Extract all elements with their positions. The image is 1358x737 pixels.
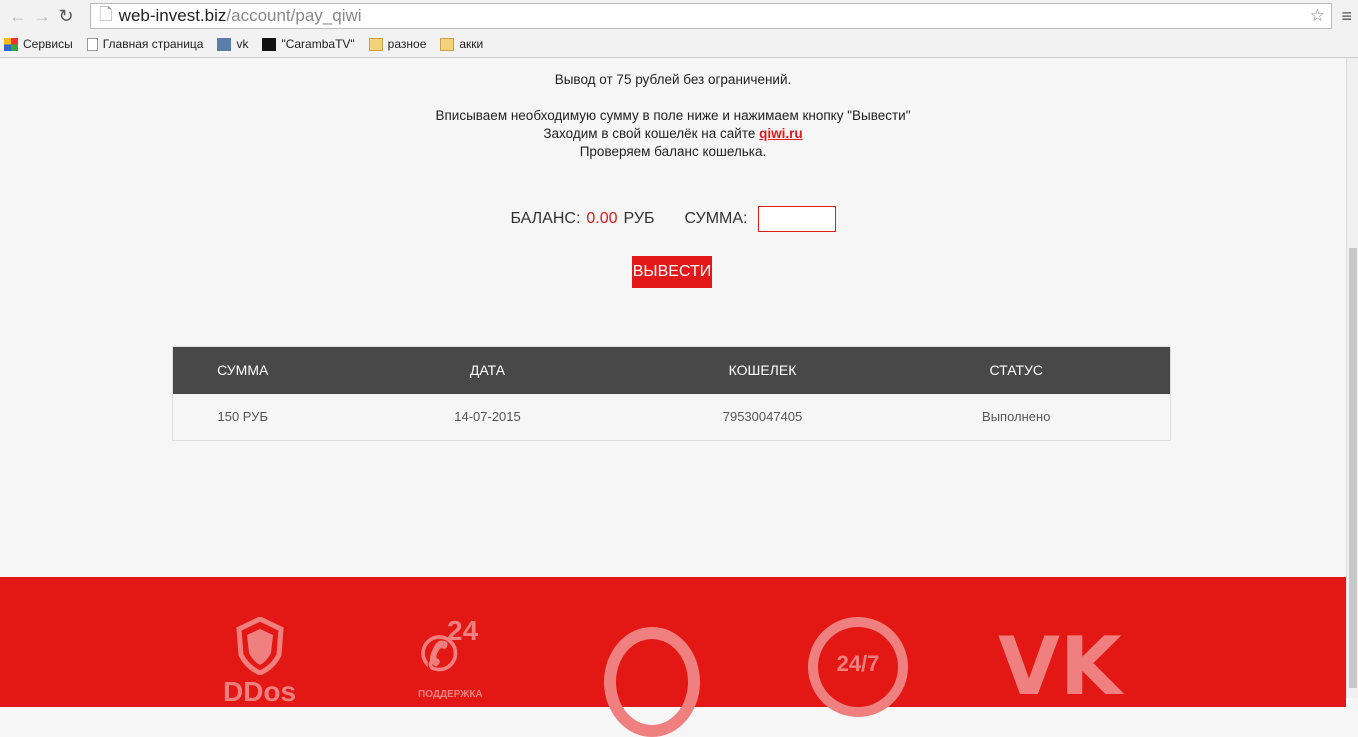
ddos-label: DDos <box>222 676 297 707</box>
clock-24-7-icon: 24/7 <box>808 617 908 717</box>
back-icon[interactable]: ← <box>6 6 30 27</box>
bookmark-services[interactable]: Сервисы <box>4 37 73 51</box>
instruction-text: Вписываем необходимую сумму в поле ниже … <box>435 108 911 123</box>
browser-chrome: ← → ↻ 🗋 web-invest.biz/account/pay_qiwi … <box>0 0 1358 58</box>
vk-icon <box>217 37 232 51</box>
balance-label: БАЛАНС: <box>510 210 581 227</box>
clock-label: 24/7 <box>836 651 880 676</box>
instruction-wallet: Заходим в свой кошелёк на сайте qiwi.ru <box>0 125 1346 143</box>
bookmark-home[interactable]: Главная страница <box>86 37 203 51</box>
cell-sum: 150 РУБ <box>172 393 313 441</box>
bookmarks-bar: Сервисы Главная страница vk "CarambaTV" … <box>0 32 1358 56</box>
bookmark-folder-akki[interactable]: акки <box>440 37 483 51</box>
shield-icon <box>235 616 284 676</box>
bookmark-carambatv[interactable]: "CarambaTV" <box>262 37 355 51</box>
table-header: СУММА ДАТА КОШЕЛЕК СТАТУС <box>172 346 1171 394</box>
withdrawals-table: СУММА ДАТА КОШЕЛЕК СТАТУС 150 РУБ 14-07-… <box>172 346 1171 441</box>
support-24: 24 <box>447 615 479 646</box>
url-host: web-invest.biz <box>118 6 227 25</box>
check-balance-text: Проверяем баланс кошелька. <box>579 144 767 159</box>
support-label: ПОДДЕРЖКА <box>418 689 483 700</box>
min-withdraw-text: Вывод от 75 рублей без ограничений. <box>554 72 792 87</box>
page-content: Вывод от 75 рублей без ограничений. Впис… <box>0 58 1346 737</box>
table-row: 150 РУБ 14-07-2015 79530047405 Выполнено <box>172 393 1171 441</box>
folder-icon <box>368 37 383 51</box>
cell-wallet: 79530047405 <box>662 393 863 441</box>
qiwi-logo-icon <box>604 627 700 737</box>
star-icon[interactable]: ☆ <box>1310 6 1325 26</box>
footer: DDos ✆ 24 ПОДДЕРЖКА 24/7 VK <box>0 577 1346 737</box>
instruction-wallet-text: Заходим в свой кошелёк на сайте <box>543 126 760 141</box>
page-icon <box>86 37 98 51</box>
scrollbar-thumb[interactable] <box>1349 248 1357 688</box>
header-status: СТАТУС <box>862 346 1171 394</box>
vk-icon[interactable]: VK <box>998 627 1122 707</box>
address-bar[interactable]: 🗋 web-invest.biz/account/pay_qiwi ☆ <box>90 3 1332 29</box>
header-date: ДАТА <box>312 346 663 394</box>
cell-date: 14-07-2015 <box>312 393 663 441</box>
ddos-feature: DDos <box>222 616 297 708</box>
apps-icon <box>4 37 18 51</box>
menu-icon[interactable]: ≡ <box>1341 6 1352 27</box>
header-wallet: КОШЕЛЕК <box>662 346 863 394</box>
url-path: /account/pay_qiwi <box>226 6 362 25</box>
sum-input[interactable] <box>757 206 836 232</box>
carambatv-icon <box>262 37 277 51</box>
cell-status: Выполнено <box>862 393 1171 441</box>
withdraw-button[interactable]: ВЫВЕСТИ <box>632 256 712 288</box>
bookmark-vk[interactable]: vk <box>217 37 248 51</box>
qiwi-link[interactable]: qiwi.ru <box>759 126 803 141</box>
scrollbar[interactable] <box>1346 58 1358 698</box>
page-icon: 🗋 <box>99 4 113 24</box>
balance-value: 0.00 <box>586 210 618 227</box>
bookmark-folder-raznoe[interactable]: разное <box>368 37 426 51</box>
sum-label: СУММА: <box>684 210 748 227</box>
header-sum: СУММА <box>172 346 313 394</box>
balance-currency: РУБ <box>623 210 655 227</box>
forward-icon[interactable]: → <box>30 6 54 27</box>
folder-icon <box>440 37 455 51</box>
reload-icon[interactable]: ↻ <box>54 6 78 27</box>
balance-row: БАЛАНС: 0.00 РУБ СУММА: <box>0 206 1346 232</box>
